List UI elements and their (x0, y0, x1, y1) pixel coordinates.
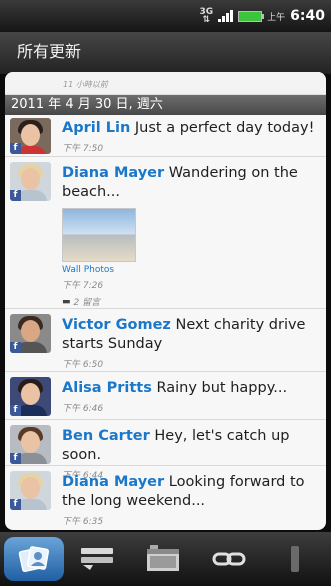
status-icons: 3G ⇅ 上午 6:40 (200, 7, 326, 25)
post-text: April Lin Just a perfect day today! (62, 119, 322, 138)
friends-icon (17, 544, 51, 574)
tab-photos[interactable] (130, 532, 196, 586)
status-bar: 3G ⇅ 上午 6:40 (0, 0, 331, 32)
photo-album-link[interactable]: Wall Photos (62, 265, 322, 275)
post-time: 下午 6:46 (62, 404, 104, 414)
network-type: 3G (199, 7, 214, 17)
feed-item[interactable]: f Ben Carter Hey, let's catch up soon. 下… (5, 420, 326, 481)
author-name[interactable]: April Lin (62, 120, 130, 136)
facebook-icon: f (10, 405, 21, 416)
more-icon (285, 544, 305, 574)
facebook-icon: f (10, 143, 21, 154)
status-list-icon (79, 546, 115, 572)
tab-more[interactable] (262, 532, 328, 586)
clock-ampm: 上午 (267, 12, 286, 23)
feed-item[interactable]: f Alisa Pritts Rainy but happy... 下午 6:4… (5, 372, 326, 420)
battery-icon (238, 10, 265, 22)
author-name[interactable]: Ben Carter (62, 428, 150, 444)
post-text: Ben Carter Hey, let's catch up soon. (62, 427, 322, 465)
previous-item-time: 11 小時以前 (63, 80, 108, 89)
author-name[interactable]: Diana Mayer (62, 474, 164, 490)
post-message: Rainy but happy... (156, 380, 288, 396)
post-text: Diana Mayer Looking forward to the long … (62, 473, 322, 511)
tab-status[interactable] (64, 532, 130, 586)
page-title: 所有更新 (17, 42, 82, 61)
facebook-icon: f (10, 453, 21, 464)
post-text: Victor Gomez Next charity drive starts S… (62, 316, 322, 354)
author-name[interactable]: Alisa Pritts (62, 380, 152, 396)
author-name[interactable]: Diana Mayer (62, 165, 164, 181)
comment-icon: ▬ (62, 296, 71, 307)
avatar[interactable]: f (10, 314, 51, 353)
avatar[interactable]: f (10, 425, 51, 464)
feed-item[interactable]: f Victor Gomez Next charity drive starts… (5, 309, 326, 372)
tab-links[interactable] (196, 532, 262, 586)
previous-item-partial[interactable]: 11 小時以前 (5, 72, 326, 95)
post-text: Alisa Pritts Rainy but happy... (62, 379, 322, 398)
photos-icon (145, 545, 181, 573)
post-time: 下午 6:50 (62, 360, 104, 370)
photo-thumbnail[interactable] (62, 208, 136, 262)
signal-strength-icon (218, 10, 234, 22)
network-3g-icon: 3G ⇅ (199, 7, 214, 25)
avatar[interactable]: f (10, 377, 51, 416)
post-time: 下午 7:26 (62, 281, 104, 291)
comment-count[interactable]: ▬ 2 留言 (62, 295, 322, 309)
avatar[interactable]: f (10, 471, 51, 510)
feed-item[interactable]: f April Lin Just a perfect day today! 下午… (5, 115, 326, 157)
tab-all-updates[interactable] (4, 537, 64, 581)
facebook-icon: f (10, 499, 21, 510)
post-time: 下午 7:50 (62, 144, 104, 154)
avatar[interactable]: f (10, 162, 51, 201)
post-message: Just a perfect day today! (134, 120, 315, 136)
date-header: 2011 年 4 月 30 日, 週六 (5, 95, 326, 115)
feed-item[interactable]: f Diana Mayer Wandering on the beach... … (5, 157, 326, 309)
bottom-tab-bar (0, 532, 331, 586)
clock: 6:40 (290, 8, 325, 24)
facebook-icon: f (10, 190, 21, 201)
post-time: 下午 6:35 (62, 517, 104, 527)
feed-item[interactable]: f Diana Mayer Looking forward to the lon… (5, 466, 326, 530)
post-text: Diana Mayer Wandering on the beach... (62, 164, 322, 202)
facebook-icon: f (10, 342, 21, 353)
feed-panel[interactable]: 11 小時以前 2011 年 4 月 30 日, 週六 f April Lin … (5, 72, 326, 530)
links-icon (211, 549, 247, 569)
author-name[interactable]: Victor Gomez (62, 317, 171, 333)
title-bar: 所有更新 (0, 32, 331, 74)
avatar[interactable]: f (10, 118, 51, 154)
